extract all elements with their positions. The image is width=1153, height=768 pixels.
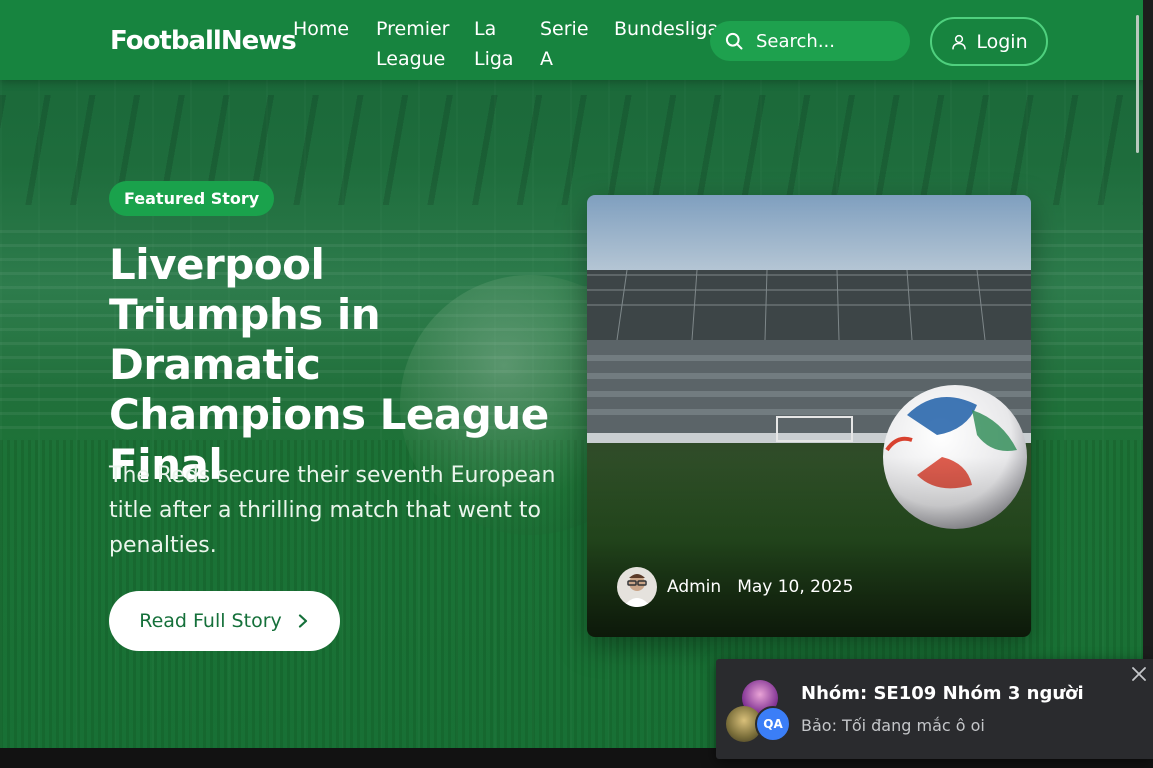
author-name[interactable]: Admin <box>667 577 721 597</box>
nav-item-la-liga[interactable]: La Liga <box>474 14 514 74</box>
page-scrollbar[interactable] <box>1143 0 1153 768</box>
nav-item-premier-league[interactable]: Premier League <box>376 14 450 74</box>
author-avatar <box>617 567 657 607</box>
nav-item-bundesliga[interactable]: Bundesliga <box>614 14 719 44</box>
user-icon <box>952 34 967 49</box>
post-date: May 10, 2025 <box>737 577 854 597</box>
search-box[interactable] <box>710 21 910 61</box>
author-meta: Admin May 10, 2025 <box>617 567 853 607</box>
notification-message: Bảo: Tối đang mắc ô oi <box>801 716 985 735</box>
nav-item-serie-a[interactable]: Serie A <box>540 14 589 74</box>
read-full-story-button[interactable]: Read Full Story <box>109 591 340 651</box>
close-icon[interactable] <box>1130 665 1148 683</box>
page: FootballNews Home Premier League La Liga… <box>0 0 1143 748</box>
featured-image-card[interactable]: Admin May 10, 2025 <box>587 195 1031 637</box>
read-full-story-label: Read Full Story <box>139 610 282 632</box>
login-button[interactable]: Login <box>930 17 1048 66</box>
search-icon <box>725 32 743 50</box>
scrollbar-thumb[interactable] <box>1136 15 1139 153</box>
notification-title: Nhóm: SE109 Nhóm 3 người <box>801 683 1084 704</box>
chevron-right-icon <box>298 614 307 628</box>
search-input[interactable] <box>756 30 906 52</box>
site-logo[interactable]: FootballNews <box>110 26 297 56</box>
hero-subtitle: The Reds secure their seventh European t… <box>109 463 556 558</box>
site-header: FootballNews Home Premier League La Liga… <box>0 0 1143 80</box>
login-label: Login <box>976 30 1028 53</box>
card-gradient-overlay <box>587 457 1031 637</box>
featured-badge: Featured Story <box>109 181 275 216</box>
nav-item-home[interactable]: Home <box>293 14 349 44</box>
chat-notification[interactable]: QA Nhóm: SE109 Nhóm 3 người Bảo: Tối đan… <box>716 659 1153 759</box>
group-avatar-initials: QA <box>755 706 791 742</box>
hero-title: Liverpool Triumphs in Dramatic Champions… <box>109 240 549 489</box>
